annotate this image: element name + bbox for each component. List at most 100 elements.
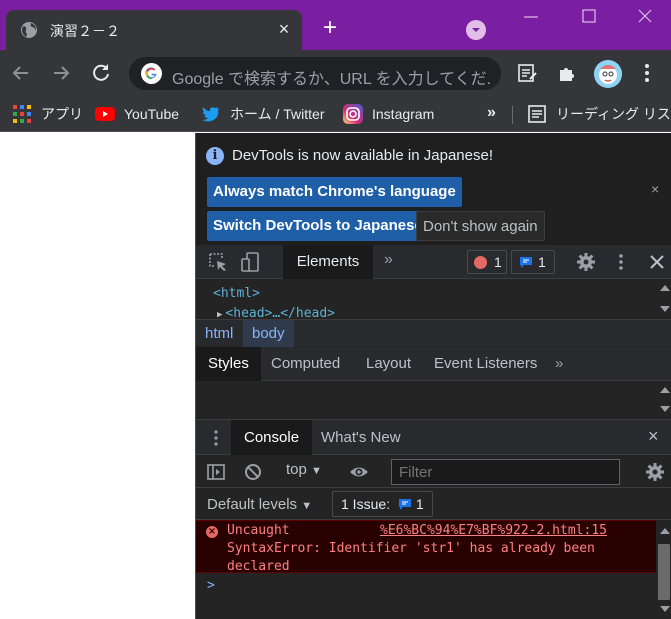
issues-label: 1 Issue: [341,496,391,512]
bookmark-twitter[interactable]: ホーム / Twitter [201,96,324,132]
bookmark-label: YouTube [124,106,180,122]
dom-node-head[interactable]: ▶ <head>…</head> [217,306,335,319]
error-text-line: SyntaxError: Identifier 'str1' has alrea… [227,541,595,556]
dom-node-html[interactable]: <html> [213,286,260,301]
address-bar[interactable]: Google で検索するか、URL を入力してくだ... [129,57,501,90]
issue-message-icon [398,499,411,510]
browser-toolbar: Google で検索するか、URL を入力してくだ... [0,50,671,96]
dom-tree[interactable]: <html> ▶ <head>…</head> [196,279,671,319]
reading-list-icon [528,105,546,123]
back-arrow-icon[interactable] [8,60,34,86]
styles-scrollbar[interactable] [656,381,671,419]
error-count-badge[interactable]: 1 [467,250,507,274]
dom-scrollbar[interactable] [656,279,671,319]
console-prompt[interactable]: > [207,578,215,593]
new-tab-button[interactable]: + [316,14,344,42]
error-prefix: Uncaught [227,523,290,538]
profile-avatar[interactable] [594,60,622,88]
tab-layout[interactable]: Layout [366,347,411,381]
bookmark-apps[interactable]: アプリ [12,96,83,132]
infobar-close-button[interactable]: × [651,181,659,197]
match-language-button[interactable]: Always match Chrome's language [207,177,462,207]
scroll-up-icon[interactable] [660,528,670,534]
settings-gear-icon[interactable] [575,251,597,273]
switch-language-button[interactable]: Switch DevTools to Japanese [207,211,429,241]
browser-tab[interactable]: 演習２－２ × [6,10,302,50]
breadcrumb: html body [196,319,671,347]
close-devtools-icon[interactable] [646,251,668,273]
devtools-toolbar: Elements » 1 1 [196,245,671,279]
forward-arrow-icon[interactable] [48,60,74,86]
bookmark-instagram[interactable]: Instagram [343,96,434,132]
drawer-menu-icon[interactable] [213,429,219,447]
scroll-up-icon[interactable] [660,387,670,393]
bookmark-label: アプリ [41,106,83,122]
tab-whats-new[interactable]: What's New [321,420,401,455]
issues-count: 1 [415,496,424,512]
scroll-down-icon[interactable] [660,406,670,412]
devtools-panel: i DevTools is now available in Japanese!… [195,133,671,619]
bookmarks-overflow-button[interactable]: » [487,104,496,122]
dropdown-arrow-icon: ▼ [311,465,322,477]
minimize-button[interactable] [516,8,546,26]
breadcrumb-html[interactable]: html [196,320,242,347]
console-toolbar: top ▼ [196,455,671,488]
customize-kebab-icon[interactable] [610,251,632,273]
language-infobar: i DevTools is now available in Japanese!… [196,133,671,245]
context-label: top [286,461,307,478]
bookmarks-bar: アプリ YouTube ホーム / Twitter Instagram » リー… [0,96,671,132]
reading-mode-icon[interactable] [516,62,538,84]
more-panels-button[interactable]: » [384,251,393,269]
console-filter-input[interactable] [391,459,620,485]
expand-triangle-icon[interactable]: ▶ [217,310,222,319]
tab-strip: 演習２－２ × + [0,0,671,50]
scrollbar-thumb[interactable] [658,544,670,600]
scroll-down-icon[interactable] [660,306,670,312]
device-toolbar-icon[interactable] [240,251,262,273]
context-selector[interactable]: top ▼ [286,461,322,478]
live-expression-eye-icon[interactable] [348,461,370,483]
reading-list-button[interactable]: リーディング リスト [527,96,671,132]
sidebar-toggle-icon[interactable] [205,461,227,483]
reading-list-label: リーディング リスト [556,106,671,122]
message-count-badge[interactable]: 1 [511,250,555,274]
console-scrollbar[interactable] [656,520,671,619]
styles-more-button[interactable]: » [555,347,563,381]
maximize-button[interactable] [574,8,604,26]
tab-elements[interactable]: Elements [283,245,373,279]
issues-button[interactable]: 1 Issue: 1 [332,491,433,517]
reload-icon[interactable] [88,60,114,86]
tab-event-listeners[interactable]: Event Listeners [434,347,537,381]
tab-computed[interactable]: Computed [271,347,340,381]
message-count: 1 [538,254,546,270]
message-icon [520,257,532,268]
drawer-close-button[interactable]: × [648,426,659,447]
menu-kebab-icon[interactable] [636,62,658,84]
chevron-down-icon [472,28,480,32]
tab-close-button[interactable]: × [274,19,294,39]
instagram-icon [343,104,363,124]
dom-node-head-label: <head>…</head> [225,306,335,319]
scroll-up-icon[interactable] [660,285,670,291]
tab-search-button[interactable] [466,20,486,40]
breadcrumb-body[interactable]: body [243,320,294,347]
extensions-puzzle-icon[interactable] [556,62,578,84]
google-logo-icon [141,63,162,84]
page-viewport[interactable] [0,133,195,619]
error-source-link[interactable]: %E6%BC%94%E7%BF%922-2.html:15 [380,523,607,538]
youtube-icon [95,107,115,121]
clear-console-icon[interactable] [242,461,264,483]
error-icon [474,256,487,269]
bookmark-youtube[interactable]: YouTube [95,96,179,132]
inspect-element-icon[interactable] [207,251,229,273]
styles-pane [196,381,671,419]
window-close-button[interactable] [630,8,660,26]
dont-show-again-button[interactable]: Don't show again [416,211,545,241]
log-levels-dropdown[interactable]: Default levels ▼ [207,496,312,513]
scroll-down-icon[interactable] [660,606,670,612]
avatar-image [594,60,622,88]
error-count: 1 [494,254,502,270]
tab-styles[interactable]: Styles [196,347,261,381]
console-settings-gear-icon[interactable] [644,461,666,483]
tab-console[interactable]: Console [231,420,313,455]
